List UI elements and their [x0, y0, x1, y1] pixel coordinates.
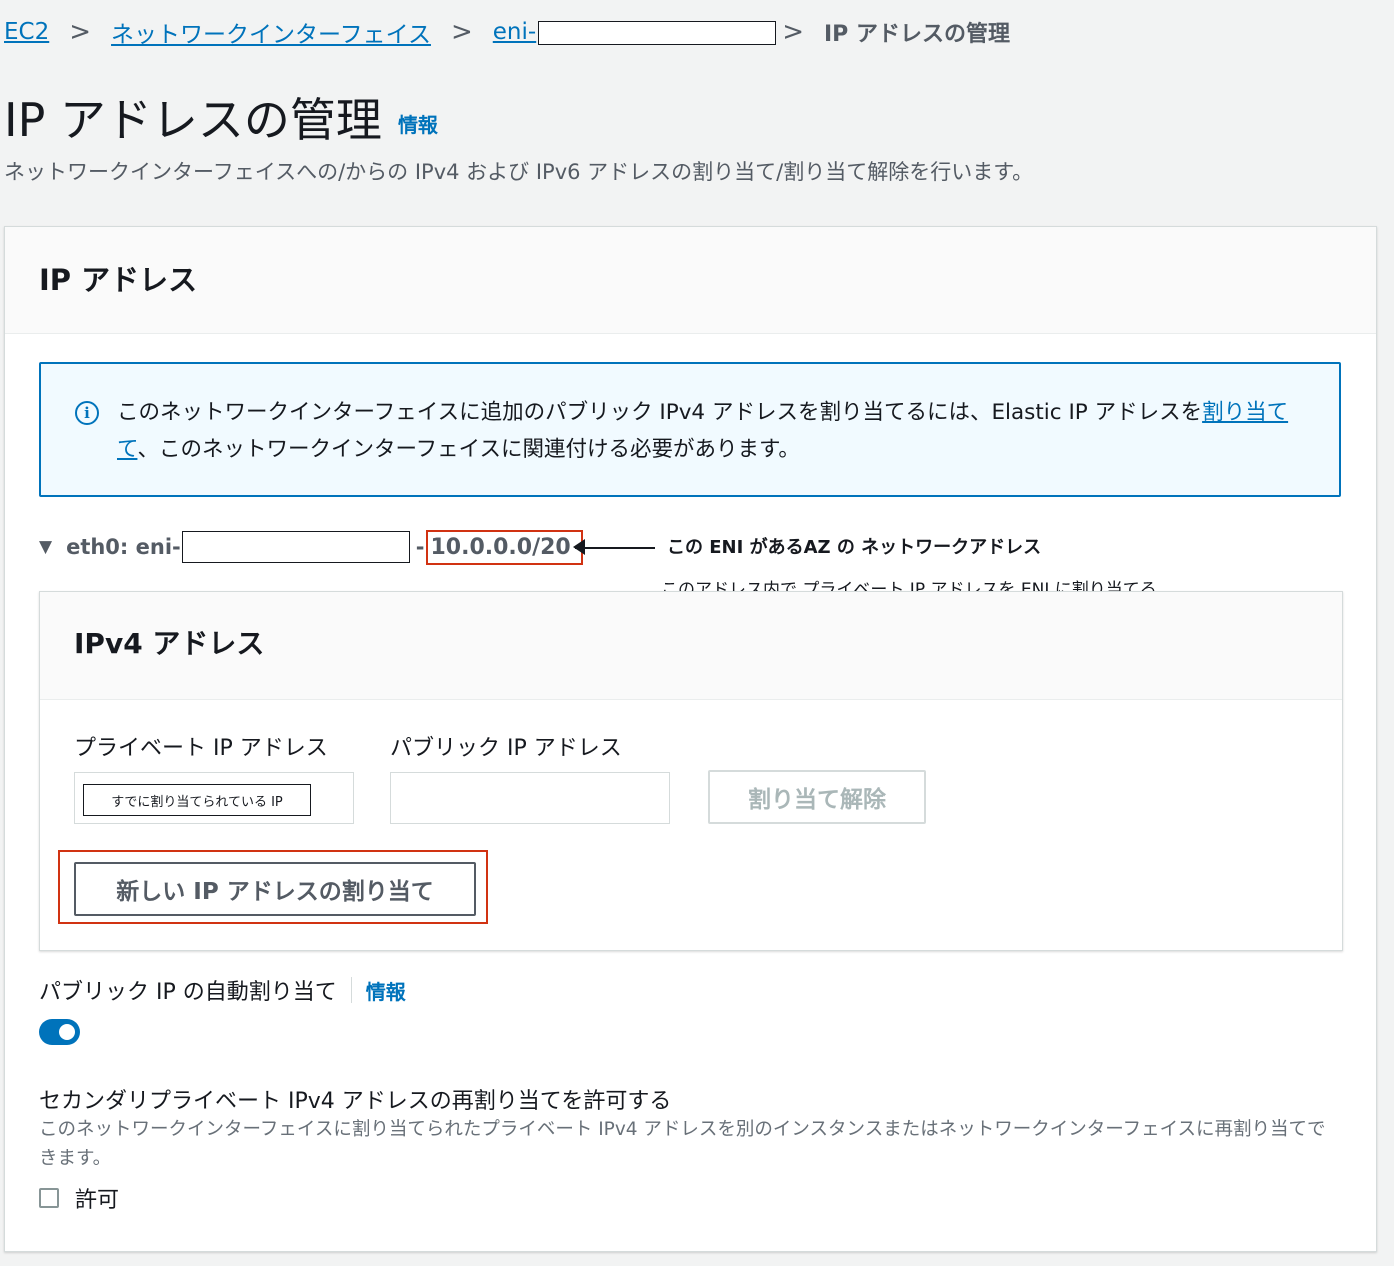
page-description: ネットワークインターフェイスへの/からの IPv4 および IPv6 アドレスの…	[4, 160, 1034, 184]
redacted-eni-id	[181, 531, 410, 563]
public-ip-label: パブリック IP アドレス	[390, 736, 622, 761]
panel-title: IP アドレス	[39, 263, 198, 297]
auto-assign-label: パブリック IP の自動割り当て	[39, 980, 337, 1005]
chevron-right-icon: >	[782, 17, 804, 47]
caret-down-icon[interactable]: ▼	[39, 537, 52, 557]
breadcrumb: EC2 > ネットワークインターフェイス > eni- > IP アドレスの管理	[4, 12, 1010, 52]
auto-assign-toggle[interactable]	[39, 1019, 80, 1045]
chevron-right-icon: >	[450, 17, 473, 47]
annotation-network-address: この ENI があるAZ の ネットワークアドレス	[667, 537, 1042, 558]
interface-label: eth0: eni-	[66, 535, 181, 559]
breadcrumb-current: IP アドレスの管理	[823, 22, 1010, 47]
breadcrumb-eni-label[interactable]: eni-	[493, 19, 536, 45]
unassign-button[interactable]: 割り当て解除	[708, 770, 926, 824]
subnet-cidr: 10.0.0.0/20	[426, 529, 583, 565]
auto-assign-info-link[interactable]: 情報	[366, 976, 406, 1005]
public-ip-input[interactable]	[390, 772, 670, 824]
private-ip-label: プライベート IP アドレス	[74, 736, 328, 761]
arrow-left-icon	[573, 539, 585, 555]
private-ip-value: すでに割り当てられている IP	[83, 784, 311, 816]
page-title-text: IP アドレスの管理	[4, 93, 382, 147]
interface-dash: -	[415, 535, 425, 559]
breadcrumb-eni[interactable]: eni-	[493, 19, 777, 45]
info-circle-icon: i	[75, 401, 99, 425]
ipv4-panel-header: IPv4 アドレス	[40, 592, 1342, 700]
allow-checkbox-label[interactable]: 許可	[75, 1182, 119, 1214]
info-link[interactable]: 情報	[398, 113, 438, 137]
ipv4-panel-title: IPv4 アドレス	[74, 627, 265, 660]
panel-header: IP アドレス	[5, 227, 1376, 334]
redacted-eni-id	[538, 20, 777, 45]
reassign-description: このネットワークインターフェイスに割り当てられたプライベート IPv4 アドレス…	[39, 1119, 1326, 1169]
page-title: IP アドレスの管理 情報	[4, 84, 438, 150]
interface-row[interactable]: ▼ eth0: eni- - 10.0.0.0/20	[39, 527, 583, 567]
breadcrumb-ec2[interactable]: EC2	[4, 19, 49, 45]
annotation-arrow	[575, 547, 655, 549]
allow-checkbox[interactable]	[39, 1188, 59, 1208]
divider	[350, 977, 352, 1003]
ipv4-panel: IPv4 アドレス プライベート IP アドレス パブリック IP アドレス す…	[39, 591, 1343, 951]
reassign-title: セカンダリプライベート IPv4 アドレスの再割り当てを許可する	[39, 1089, 672, 1114]
chevron-right-icon: >	[69, 17, 92, 47]
alert-text-after: 、このネットワークインターフェイスに関連付ける必要があります。	[137, 437, 800, 462]
assign-new-ip-button[interactable]: 新しい IP アドレスの割り当て	[74, 862, 476, 916]
allow-checkbox-row[interactable]: 許可	[39, 1181, 119, 1215]
private-ip-input[interactable]: すでに割り当てられている IP	[74, 772, 354, 824]
alert-text: このネットワークインターフェイスに追加のパブリック IPv4 アドレスを割り当て…	[117, 394, 1297, 468]
ip-address-panel: IP アドレス i このネットワークインターフェイスに追加のパブリック IPv4…	[4, 226, 1377, 1252]
alert-text-before: このネットワークインターフェイスに追加のパブリック IPv4 アドレスを割り当て…	[117, 400, 1203, 425]
auto-assign-row: パブリック IP の自動割り当て 情報	[39, 973, 406, 1007]
breadcrumb-network-interfaces[interactable]: ネットワークインターフェイス	[111, 15, 431, 49]
toggle-knob	[59, 1024, 75, 1040]
info-alert: i このネットワークインターフェイスに追加のパブリック IPv4 アドレスを割り…	[39, 362, 1341, 497]
